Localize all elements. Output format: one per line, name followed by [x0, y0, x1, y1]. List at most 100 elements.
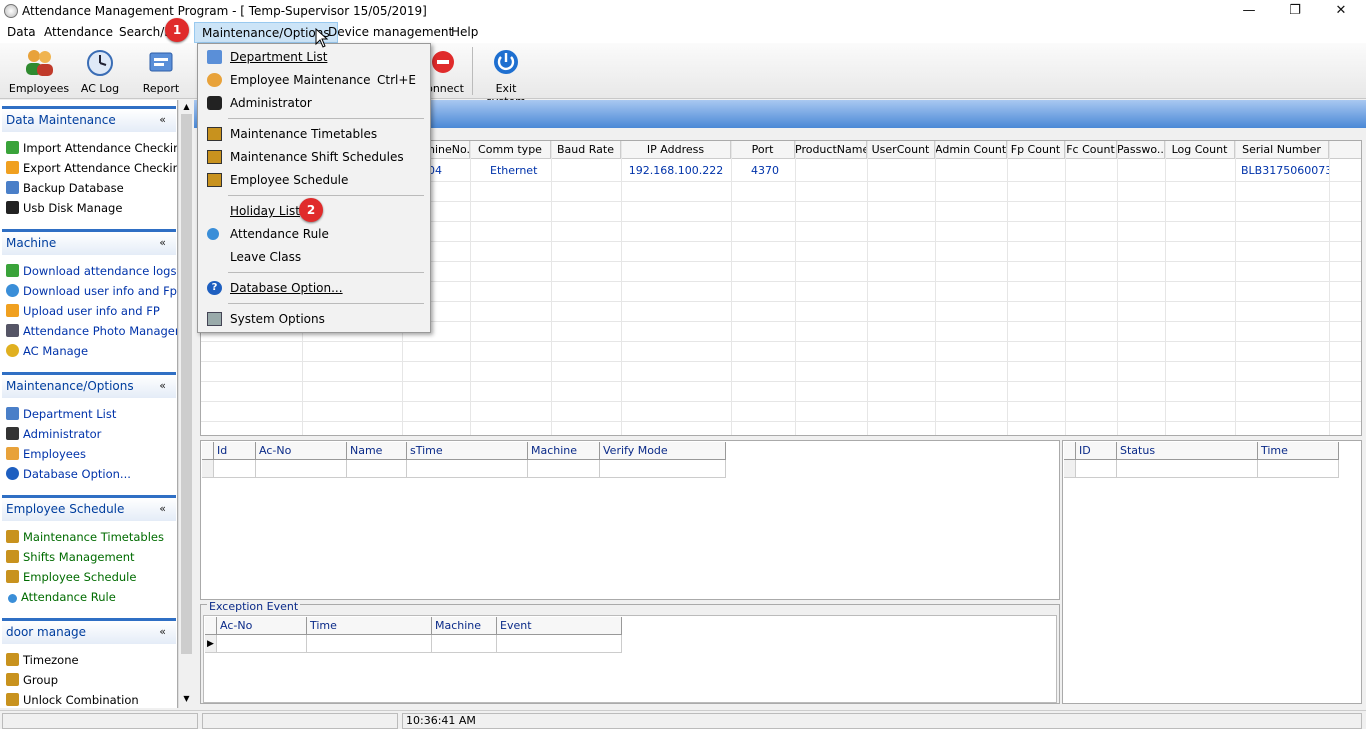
menu-item-department-list[interactable]: Department List — [200, 46, 428, 68]
row-selector[interactable] — [1064, 460, 1076, 478]
minimize-button[interactable]: — — [1226, 0, 1272, 22]
status-header-id[interactable]: ID — [1076, 442, 1117, 460]
sidebar-item-backup-database[interactable]: Backup Database — [6, 178, 124, 198]
collapse-icon[interactable]: « — [159, 109, 166, 131]
menu-item-attendance-rule[interactable]: Attendance Rule — [200, 223, 428, 245]
sidebar-item-unlock-combination[interactable]: Unlock Combination — [6, 690, 139, 708]
collapse-icon[interactable]: « — [159, 232, 166, 254]
row-marker[interactable]: ▶ — [205, 635, 217, 653]
sidebar-section-maintenance-options[interactable]: Maintenance/Options « — [2, 372, 176, 398]
status-cell[interactable] — [1076, 460, 1117, 478]
sidebar-item-ac-manage[interactable]: AC Manage — [6, 341, 88, 361]
sidebar-item-department-list[interactable]: Department List — [6, 404, 116, 424]
menu-item-maintenance-timetables[interactable]: Maintenance Timetables — [200, 123, 428, 145]
menu-item-system-options[interactable]: System Options — [200, 308, 428, 330]
menu-item-employee-maintenance[interactable]: Employee Maintenance Ctrl+E — [200, 69, 428, 91]
grid-header-fp-count[interactable]: Fp Count — [1007, 141, 1065, 159]
exit-system-button[interactable]: Exit system — [476, 45, 536, 108]
sidebar-item-employee-schedule[interactable]: Employee Schedule — [6, 567, 136, 587]
close-button[interactable]: ✕ — [1318, 0, 1364, 22]
employees-button[interactable]: Employees — [8, 45, 70, 97]
log-cell[interactable] — [256, 460, 347, 478]
menu-item-maintenance-shift-schedules[interactable]: Maintenance Shift Schedules — [200, 146, 428, 168]
menu-item-database-option[interactable]: ? Database Option... — [200, 277, 428, 299]
exception-cell[interactable] — [307, 635, 432, 653]
log-header-machine[interactable]: Machine — [528, 442, 600, 460]
grid-header-fc-count[interactable]: Fc Count — [1065, 141, 1117, 159]
menu-device-management[interactable]: Device management — [321, 22, 460, 43]
menu-item-employee-schedule[interactable]: Employee Schedule — [200, 169, 428, 191]
sidebar-section-door-manage[interactable]: door manage « — [2, 618, 176, 644]
exception-cell[interactable] — [497, 635, 622, 653]
log-header-verify-mode[interactable]: Verify Mode — [600, 442, 726, 460]
grid-header-ip-address[interactable]: IP Address — [621, 141, 731, 159]
log-header-ac-no[interactable]: Ac-No — [256, 442, 347, 460]
status-header-status[interactable]: Status — [1117, 442, 1258, 460]
collapse-icon[interactable]: « — [159, 498, 166, 520]
grid-header-product-name[interactable]: ProductName — [795, 141, 867, 159]
grid-cell-ip-address[interactable]: 192.168.100.222 — [621, 161, 731, 181]
ac-log-button[interactable]: AC Log — [76, 45, 124, 97]
sidebar-item-shifts-management[interactable]: Shifts Management — [6, 547, 135, 567]
grid-header-user-count[interactable]: UserCount — [867, 141, 935, 159]
sidebar-section-machine[interactable]: Machine « — [2, 229, 176, 255]
menu-item-administrator[interactable]: Administrator — [200, 92, 428, 114]
sidebar-item-usb-disk[interactable]: Usb Disk Manage — [6, 198, 122, 218]
sidebar-item-group[interactable]: Group — [6, 670, 58, 690]
exception-header-time[interactable]: Time — [307, 617, 432, 635]
sidebar-item-export-attendance[interactable]: Export Attendance Checking ... — [6, 158, 177, 178]
grid-header-password[interactable]: Passwo... — [1117, 141, 1165, 159]
scroll-up-icon[interactable]: ▲ — [182, 102, 191, 111]
menu-attendance[interactable]: Attendance — [37, 22, 120, 43]
sidebar-item-maintenance-timetables[interactable]: Maintenance Timetables — [6, 527, 164, 547]
collapse-icon[interactable]: « — [159, 375, 166, 397]
grid-header-admin-count[interactable]: Admin Count — [935, 141, 1007, 159]
menu-help[interactable]: Help — [444, 22, 485, 43]
grid-header-log-count[interactable]: Log Count — [1165, 141, 1235, 159]
status-cell[interactable] — [1258, 460, 1339, 478]
log-cell[interactable] — [347, 460, 407, 478]
log-header-id[interactable]: Id — [214, 442, 256, 460]
sidebar-item-import-attendance[interactable]: Import Attendance Checking ... — [6, 138, 177, 158]
sidebar-item-download-user[interactable]: Download user info and Fp — [6, 281, 177, 301]
grid-cell-comm-type[interactable]: Ethernet — [470, 161, 551, 181]
collapse-icon[interactable]: « — [159, 621, 166, 643]
log-cell[interactable] — [600, 460, 726, 478]
exception-cell[interactable] — [217, 635, 307, 653]
exception-header-ac-no[interactable]: Ac-No — [217, 617, 307, 635]
log-header-name[interactable]: Name — [347, 442, 407, 460]
grid-header-comm-type[interactable]: Comm type — [470, 141, 551, 159]
row-selector[interactable] — [202, 460, 214, 478]
log-header-stime[interactable]: sTime — [407, 442, 528, 460]
exception-header-machine[interactable]: Machine — [432, 617, 497, 635]
sidebar-item-upload-user[interactable]: Upload user info and FP — [6, 301, 160, 321]
grid-header-serial-number[interactable]: Serial Number — [1235, 141, 1329, 159]
sidebar-section-employee-schedule[interactable]: Employee Schedule « — [2, 495, 176, 521]
grid-header-baud-rate[interactable]: Baud Rate — [551, 141, 621, 159]
log-cell[interactable] — [407, 460, 528, 478]
scroll-thumb[interactable] — [181, 114, 192, 654]
sidebar-item-download-logs[interactable]: Download attendance logs — [6, 261, 176, 281]
exception-header-event[interactable]: Event — [497, 617, 622, 635]
sidebar-item-employees[interactable]: Employees — [6, 444, 86, 464]
log-cell[interactable] — [528, 460, 600, 478]
menu-item-leave-class[interactable]: Leave Class — [200, 246, 428, 268]
status-cell[interactable] — [1117, 460, 1258, 478]
title-bar: Attendance Management Program - [ Temp-S… — [0, 0, 1366, 22]
sidebar-scrollbar[interactable]: ▲ ▼ — [178, 100, 194, 708]
sidebar-item-database-option[interactable]: Database Option... — [6, 464, 131, 484]
exception-cell[interactable] — [432, 635, 497, 653]
sidebar-item-administrator[interactable]: Administrator — [6, 424, 101, 444]
scroll-down-icon[interactable]: ▼ — [182, 694, 191, 703]
grid-cell-port[interactable]: 4370 — [731, 161, 795, 181]
sidebar-item-attendance-rule[interactable]: Attendance Rule — [6, 587, 116, 607]
grid-cell-serial-number[interactable]: BLB3175060073 — [1235, 161, 1329, 181]
report-button[interactable]: Report — [138, 45, 184, 97]
maximize-button[interactable]: ❐ — [1272, 0, 1318, 22]
sidebar-item-timezone[interactable]: Timezone — [6, 650, 79, 670]
status-header-time[interactable]: Time — [1258, 442, 1339, 460]
sidebar-item-photo-management[interactable]: Attendance Photo Managem... — [6, 321, 177, 341]
log-cell[interactable] — [214, 460, 256, 478]
grid-header-port[interactable]: Port — [731, 141, 795, 159]
sidebar-section-data-maintenance[interactable]: Data Maintenance « — [2, 106, 176, 132]
